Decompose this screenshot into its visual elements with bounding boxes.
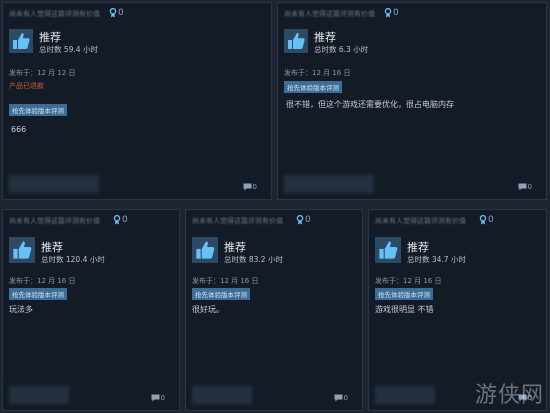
site-watermark: 游侠网	[474, 383, 544, 408]
author-info[interactable]	[375, 386, 435, 404]
award-button[interactable]: 0	[384, 8, 399, 18]
comment-count: 0	[343, 394, 348, 402]
award-ribbon-icon	[296, 215, 304, 225]
early-access-badge: 抢先体验版本评测	[9, 104, 67, 116]
comment-bubble-icon	[151, 394, 160, 402]
thumbs-up-icon[interactable]	[284, 29, 308, 53]
author-info[interactable]	[192, 386, 252, 404]
comment-count: 0	[160, 394, 165, 402]
award-ribbon-icon	[384, 8, 392, 18]
award-count: 0	[488, 215, 494, 225]
recommendation-label[interactable]: 推荐	[407, 239, 429, 255]
early-access-badge: 抢先体验版本评测	[192, 288, 250, 300]
review-text: 玩法多	[9, 305, 33, 314]
recommendation-label[interactable]: 推荐	[41, 239, 63, 255]
hours-played: 总时数 59.4 小时	[39, 45, 98, 54]
review-card: 尚未有人觉得这篇评测有价值 0 推荐 总时数 59.4 小时 发布于：12 月 …	[2, 2, 272, 200]
author-info[interactable]	[9, 175, 99, 193]
posted-date: 发布于：12 月 12 日	[9, 69, 76, 77]
comment-bubble-icon	[334, 394, 343, 402]
comment-button[interactable]: 0	[518, 183, 532, 191]
helpful-text: 尚未有人觉得这篇评测有价值	[192, 217, 283, 225]
review-card: 尚未有人觉得这篇评测有价值 0 推荐 总时数 6.3 小时 发布于：12 月 1…	[277, 2, 547, 200]
refund-status: 产品已退款	[9, 82, 44, 90]
comment-button[interactable]: 0	[151, 394, 165, 402]
helpful-text: 尚未有人觉得这篇评测有价值	[284, 10, 375, 18]
hours-played: 总时数 120.4 小时	[41, 255, 105, 264]
hours-played: 总时数 83.2 小时	[224, 255, 283, 264]
review-card: 尚未有人觉得这篇评测有价值 0 推荐 总时数 83.2 小时 发布于：12 月 …	[185, 209, 363, 411]
posted-date: 发布于：12 月 16 日	[192, 277, 259, 285]
review-text: 游戏很明显 不错	[375, 305, 434, 314]
recommendation-label[interactable]: 推荐	[39, 29, 61, 45]
review-card: 尚未有人觉得这篇评测有价值 0 推荐 总时数 120.4 小时 发布于：12 月…	[2, 209, 180, 411]
early-access-badge: 抢先体验版本评测	[9, 288, 67, 300]
posted-date: 发布于：12 月 16 日	[375, 277, 442, 285]
award-ribbon-icon	[109, 8, 117, 18]
early-access-badge: 抢先体验版本评测	[375, 288, 433, 300]
helpful-text: 尚未有人觉得这篇评测有价值	[375, 217, 466, 225]
award-button[interactable]: 0	[113, 215, 128, 225]
award-count: 0	[393, 8, 399, 18]
thumbs-up-icon[interactable]	[9, 237, 35, 263]
award-button[interactable]: 0	[296, 215, 311, 225]
award-count: 0	[122, 215, 128, 225]
recommendation-label[interactable]: 推荐	[224, 239, 246, 255]
comment-button[interactable]: 0	[243, 183, 257, 191]
posted-date: 发布于：12 月 16 日	[284, 69, 351, 77]
thumbs-up-icon[interactable]	[192, 237, 218, 263]
comment-bubble-icon	[243, 183, 252, 191]
thumbs-up-icon[interactable]	[9, 29, 33, 53]
author-info[interactable]	[284, 175, 374, 193]
helpful-text: 尚未有人觉得这篇评测有价值	[9, 217, 100, 225]
award-ribbon-icon	[113, 215, 121, 225]
author-info[interactable]	[9, 386, 69, 404]
early-access-badge: 抢先体验版本评测	[284, 81, 342, 93]
comment-count: 0	[252, 183, 257, 191]
posted-date: 发布于：12 月 16 日	[9, 277, 76, 285]
award-ribbon-icon	[479, 215, 487, 225]
award-count: 0	[118, 8, 124, 18]
review-text: 很好玩。	[192, 305, 224, 314]
review-text: 666	[11, 125, 27, 134]
hours-played: 总时数 6.3 小时	[314, 45, 369, 54]
award-button[interactable]: 0	[479, 215, 494, 225]
comment-bubble-icon	[518, 183, 527, 191]
award-count: 0	[305, 215, 311, 225]
award-button[interactable]: 0	[109, 8, 124, 18]
review-text: 很不错，但这个游戏还需要优化，很占电脑内存	[286, 100, 454, 109]
comment-button[interactable]: 0	[334, 394, 348, 402]
hours-played: 总时数 34.7 小时	[407, 255, 466, 264]
comment-count: 0	[527, 183, 532, 191]
thumbs-up-icon[interactable]	[375, 237, 401, 263]
helpful-text: 尚未有人觉得这篇评测有价值	[9, 10, 100, 18]
recommendation-label[interactable]: 推荐	[314, 29, 336, 45]
